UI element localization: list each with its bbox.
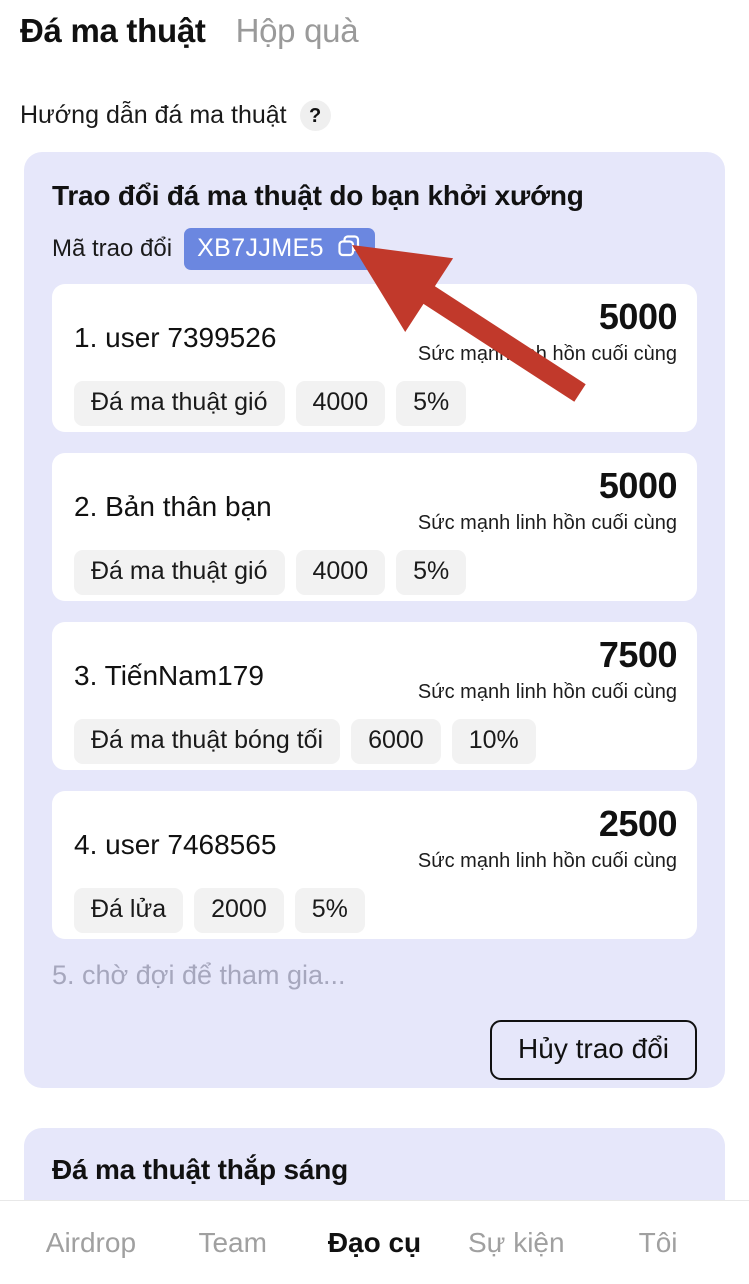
chip-stone-type: Đá lửa bbox=[74, 888, 184, 933]
participant-power-label: Sức mạnh linh hồn cuối cùng bbox=[417, 681, 677, 703]
nav-item-team[interactable]: Team bbox=[162, 1227, 304, 1259]
participant-card[interactable]: 3. TiếnNam179 7500 Sức mạnh linh hồn cuố… bbox=[52, 622, 697, 770]
chip-stone-type: Đá ma thuật gió bbox=[74, 550, 285, 595]
chip-percent: 5% bbox=[396, 381, 467, 426]
copy-icon[interactable] bbox=[336, 233, 362, 264]
participant-card[interactable]: 2. Bản thân bạn 5000 Sức mạnh linh hồn c… bbox=[52, 453, 697, 601]
exchange-code-row: Mã trao đổi XB7JJME5 bbox=[52, 228, 375, 270]
app-root: Đá ma thuật Hộp quà Hướng dẫn đá ma thuậ… bbox=[0, 0, 749, 1284]
nav-item-su-kien[interactable]: Sự kiện bbox=[445, 1227, 587, 1259]
exchange-panel-title: Trao đổi đá ma thuật do bạn khởi xướng bbox=[52, 180, 584, 211]
participant-card[interactable]: 4. user 7468565 2500 Sức mạnh linh hồn c… bbox=[52, 791, 697, 939]
participant-power-label: Sức mạnh linh hồn cuối cùng bbox=[417, 512, 677, 534]
participant-power-label: Sức mạnh linh hồn cuối cùng bbox=[417, 343, 677, 365]
participant-name: 2. Bản thân bạn bbox=[74, 491, 272, 522]
exchange-panel: Trao đổi đá ma thuật do bạn khởi xướng M… bbox=[24, 152, 725, 1088]
participant-chips: Đá lửa 2000 5% bbox=[74, 888, 365, 933]
participant-power: 2500 bbox=[598, 803, 678, 844]
cancel-exchange-button[interactable]: Hủy trao đổi bbox=[490, 1020, 697, 1080]
nav-item-dao-cu[interactable]: Đạo cụ bbox=[304, 1227, 446, 1259]
guide-row[interactable]: Hướng dẫn đá ma thuật ? bbox=[20, 100, 331, 131]
chip-stone-type: Đá ma thuật bóng tối bbox=[74, 719, 341, 764]
chip-amount: 4000 bbox=[295, 550, 386, 595]
participant-card[interactable]: 1. user 7399526 5000 Sức mạnh linh hồn c… bbox=[52, 284, 697, 432]
nav-item-toi[interactable]: Tôi bbox=[587, 1227, 729, 1259]
exchange-code-chip[interactable]: XB7JJME5 bbox=[184, 228, 375, 270]
page-tab-bar: Đá ma thuật Hộp quà bbox=[20, 12, 359, 50]
waiting-slot-row: 5. chờ đợi để tham gia... bbox=[52, 960, 346, 990]
question-mark-icon[interactable]: ? bbox=[299, 100, 331, 131]
chip-amount: 2000 bbox=[194, 888, 284, 933]
participant-power: 5000 bbox=[598, 465, 678, 506]
chip-stone-type: Đá ma thuật gió bbox=[74, 381, 285, 426]
participant-name: 4. user 7468565 bbox=[74, 829, 277, 860]
participant-chips: Đá ma thuật bóng tối 6000 10% bbox=[74, 719, 536, 764]
tab-da-ma-thuat[interactable]: Đá ma thuật bbox=[20, 12, 206, 50]
tab-hop-qua[interactable]: Hộp quà bbox=[236, 12, 359, 50]
exchange-code-value: XB7JJME5 bbox=[197, 234, 324, 262]
chip-percent: 5% bbox=[294, 888, 365, 933]
chip-amount: 6000 bbox=[351, 719, 441, 764]
participant-power: 7500 bbox=[598, 634, 678, 675]
participant-power-label: Sức mạnh linh hồn cuối cùng bbox=[417, 850, 677, 872]
participant-power: 5000 bbox=[598, 296, 678, 337]
nav-item-airdrop[interactable]: Airdrop bbox=[20, 1227, 162, 1259]
lighting-panel-title: Đá ma thuật thắp sáng bbox=[52, 1154, 349, 1185]
exchange-code-label: Mã trao đổi bbox=[52, 235, 173, 262]
guide-label: Hướng dẫn đá ma thuật bbox=[20, 101, 287, 129]
bottom-navigation-bar: Airdrop Team Đạo cụ Sự kiện Tôi bbox=[0, 1200, 749, 1284]
chip-percent: 5% bbox=[396, 550, 467, 595]
chip-amount: 4000 bbox=[295, 381, 386, 426]
participant-chips: Đá ma thuật gió 4000 5% bbox=[74, 550, 467, 595]
participant-name: 1. user 7399526 bbox=[74, 322, 277, 353]
chip-percent: 10% bbox=[451, 719, 536, 764]
participant-name: 3. TiếnNam179 bbox=[74, 660, 264, 691]
participant-chips: Đá ma thuật gió 4000 5% bbox=[74, 381, 467, 426]
